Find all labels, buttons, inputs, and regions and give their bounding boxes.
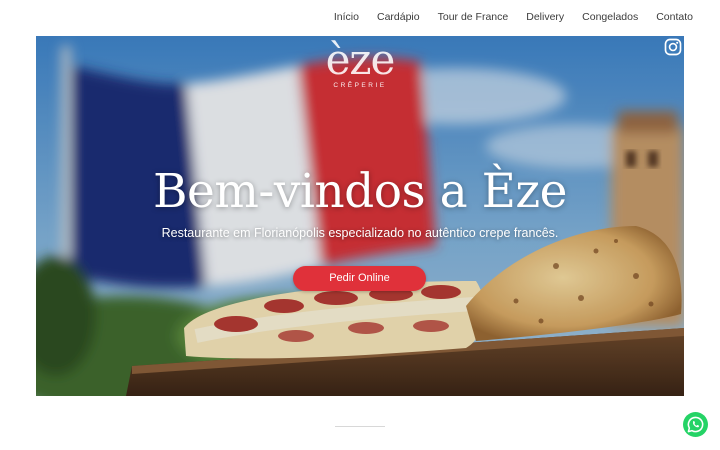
hero-headline: Bem-vindos a Èze — [153, 164, 567, 219]
brand-logo[interactable]: èze CRÊPERIE — [36, 36, 684, 89]
nav-item-inicio[interactable]: Início — [334, 11, 359, 23]
hero-subheadline: Restaurante em Florianópolis especializa… — [161, 226, 559, 240]
whatsapp-icon — [687, 416, 704, 433]
order-online-button[interactable]: Pedir Online — [293, 266, 426, 291]
nav-item-delivery[interactable]: Delivery — [526, 11, 564, 23]
nav-item-contato[interactable]: Contato — [656, 11, 693, 23]
nav-item-tour-de-france[interactable]: Tour de France — [438, 11, 509, 23]
top-navigation: Início Cardápio Tour de France Delivery … — [0, 0, 720, 36]
nav-item-congelados[interactable]: Congelados — [582, 11, 638, 23]
section-divider — [335, 426, 385, 427]
nav-item-cardapio[interactable]: Cardápio — [377, 11, 420, 23]
instagram-icon[interactable] — [664, 38, 682, 56]
logo-wordmark: èze — [325, 36, 396, 84]
logo-subtitle: CRÊPERIE — [333, 82, 387, 89]
whatsapp-button[interactable] — [683, 412, 708, 437]
hero-banner: èze CRÊPERIE Bem-vindos a Èze Restaurant… — [36, 36, 684, 396]
nav-menu: Início Cardápio Tour de France Delivery … — [316, 11, 693, 23]
